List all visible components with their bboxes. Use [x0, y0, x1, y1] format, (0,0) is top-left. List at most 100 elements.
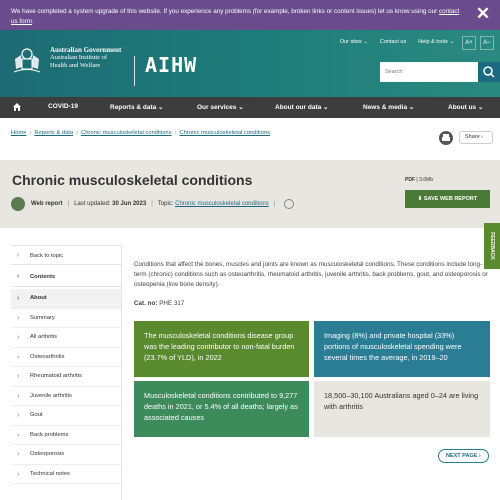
notice-text: We have completed a system upgrade of th…: [11, 7, 461, 27]
breadcrumb-current[interactable]: Chronic musculoskeletal conditions: [180, 130, 271, 136]
breadcrumb-topic[interactable]: Chronic musculoskeletal conditions: [81, 130, 172, 136]
contents-label: Contents: [30, 274, 56, 280]
aihw-logo[interactable]: AIHW: [145, 53, 197, 77]
contact-us-top-link[interactable]: Contact us: [380, 39, 406, 45]
nav-covid19[interactable]: COVID-19: [48, 103, 78, 110]
catno-value: PHE 317: [159, 300, 185, 307]
chevron-left-icon: ‹: [17, 252, 20, 259]
institute-name-1: Australian Institute of: [50, 54, 108, 61]
institute-name-2: Health and Welfare: [50, 62, 101, 69]
meta-separator: |: [151, 201, 153, 207]
main-nav: COVID-19 Reports & data ⌄ Our services ⌄…: [0, 97, 500, 118]
font-decrease-button[interactable]: A−: [480, 36, 494, 50]
home-icon[interactable]: [12, 102, 22, 112]
notice-message: We have completed a system upgrade of th…: [11, 8, 438, 15]
next-page-label: NEXT PAGE: [446, 453, 478, 459]
report-type: Web report: [31, 201, 63, 207]
notice-end: .: [32, 18, 34, 25]
breadcrumb-reports[interactable]: Reports & data: [34, 130, 73, 136]
chevron-right-icon: ›: [17, 353, 20, 361]
chevron-down-icon: ⌄: [323, 104, 329, 111]
nav-news-media[interactable]: News & media ⌄: [363, 103, 414, 111]
chevron-left-icon: ‹: [17, 273, 20, 280]
font-size-controls: A+ A−: [462, 36, 494, 50]
topic-label: Topic:: [157, 201, 174, 207]
chevron-right-icon: ›: [17, 314, 20, 322]
contents-heading[interactable]: ‹ Contents: [11, 267, 121, 287]
coat-of-arms-logo: [13, 48, 41, 73]
chevron-right-icon: ›: [17, 431, 20, 439]
catalogue-number: Cat. no: PHE 317: [134, 300, 184, 307]
breadcrumb: Home › Reports & data › Chronic musculoskele…: [11, 130, 270, 136]
back-to-topic-link[interactable]: ‹ Back to topic: [11, 245, 121, 265]
updated-label: Last updated:: [74, 201, 111, 207]
back-label: Back to topic: [30, 253, 64, 259]
breadcrumb-separator: ›: [29, 130, 32, 136]
web-report-icon: [11, 197, 25, 211]
chevron-right-icon: ›: [17, 412, 20, 419]
report-meta: Web report | Last updated: 30 Jun 2023 |…: [11, 197, 295, 211]
sidebar-item-all-arthritis[interactable]: › All arthritis: [11, 328, 121, 348]
sidebar-item-osteoarthritis[interactable]: › Osteoarthritis: [11, 348, 121, 367]
next-page-button[interactable]: NEXT PAGE ›: [438, 449, 489, 463]
chevron-right-icon: ›: [17, 470, 20, 478]
sidebar-item-label: Osteoporosis: [30, 451, 65, 457]
intro-paragraph: Conditions that affect the bones, muscle…: [134, 261, 488, 288]
sidebar-item-back-problems[interactable]: › Back problems: [11, 426, 121, 445]
sidebar-item-about[interactable]: › About: [11, 289, 121, 309]
page-title: Chronic musculoskeletal conditions: [12, 172, 253, 188]
nav-reports-data[interactable]: Reports & data ⌄: [110, 103, 164, 111]
save-web-report-button[interactable]: ⬇ SAVE WEB REPORT: [405, 190, 490, 208]
sidebar-item-label: Osteoarthritis: [30, 353, 65, 360]
sidebar-item-juvenile-arthritis[interactable]: › Juvenile arthritis: [11, 387, 121, 406]
save-label: SAVE WEB REPORT: [423, 196, 478, 202]
our-sites-link[interactable]: Our sites ⌄: [340, 39, 368, 45]
search-icon: [483, 66, 495, 78]
chevron-down-icon: ⌄: [477, 104, 484, 111]
sidebar-item-label: Summary: [30, 314, 55, 321]
top-links: Our sites ⌄ Contact us Help & tools ⌄: [340, 39, 454, 45]
chevron-right-icon: ›: [17, 451, 20, 458]
share-label: Share: [465, 134, 480, 140]
print-icon: [442, 134, 450, 141]
chevron-down-icon: ⌄: [449, 39, 454, 45]
sidebar-divider: [121, 245, 122, 500]
topic-icon[interactable]: [284, 199, 295, 209]
sidebar-item-label: Rheumatoid arthritis: [30, 373, 82, 379]
nav-our-services[interactable]: Our services ⌄: [197, 103, 244, 111]
help-tools-link[interactable]: Help & tools ⌄: [418, 39, 454, 45]
nav-about-us[interactable]: About us ⌄: [448, 103, 483, 111]
share-icon: ‹: [481, 134, 484, 140]
nav-about-our-data[interactable]: About our data ⌄: [275, 103, 328, 111]
topic-link[interactable]: Chronic musculoskeletal conditions: [175, 201, 269, 207]
sidebar-item-summary[interactable]: › Summary: [11, 309, 121, 328]
sidebar-item-label: About: [30, 295, 47, 301]
font-increase-button[interactable]: A+: [462, 36, 476, 50]
gov-name: Australian Government: [50, 46, 122, 54]
pdf-size: 3.6Mb: [419, 177, 433, 183]
sidebar-item-label: All arthritis: [30, 334, 58, 340]
sidebar-item-gout[interactable]: › Gout: [11, 406, 121, 426]
gov-text: Australian Government Australian Institu…: [50, 46, 121, 70]
search-button[interactable]: [478, 62, 500, 82]
sidebar-item-osteoporosis[interactable]: › Osteoporosis: [11, 445, 121, 465]
download-icon: ⬇: [417, 196, 423, 202]
chevron-right-icon: ›: [17, 334, 20, 341]
share-button[interactable]: Share ‹: [459, 131, 493, 144]
chevron-right-icon: ›: [17, 392, 20, 400]
updated-date: 30 Jun 2023: [112, 201, 147, 207]
close-icon[interactable]: ✕: [474, 5, 492, 23]
nav-services-label: Our services: [197, 104, 237, 111]
help-tools-label: Help & tools: [418, 39, 448, 45]
pdf-label: PDF: [405, 177, 415, 183]
sidebar-item-rheumatoid-arthritis[interactable]: › Rheumatoid arthritis: [11, 367, 121, 387]
catno-label: Cat. no:: [134, 300, 158, 307]
sidebar-item-technical-notes[interactable]: › Technical notes: [11, 465, 121, 484]
chevron-down-icon: ⌄: [363, 39, 368, 45]
chevron-down-icon: ⌄: [158, 104, 164, 111]
meta-separator: |: [273, 201, 276, 207]
breadcrumb-home[interactable]: Home: [11, 130, 26, 136]
print-button[interactable]: [439, 131, 453, 145]
key-finding-card-2: Imaging (8%) and private hospital (33%) …: [314, 321, 490, 377]
search-input[interactable]: [380, 62, 478, 82]
